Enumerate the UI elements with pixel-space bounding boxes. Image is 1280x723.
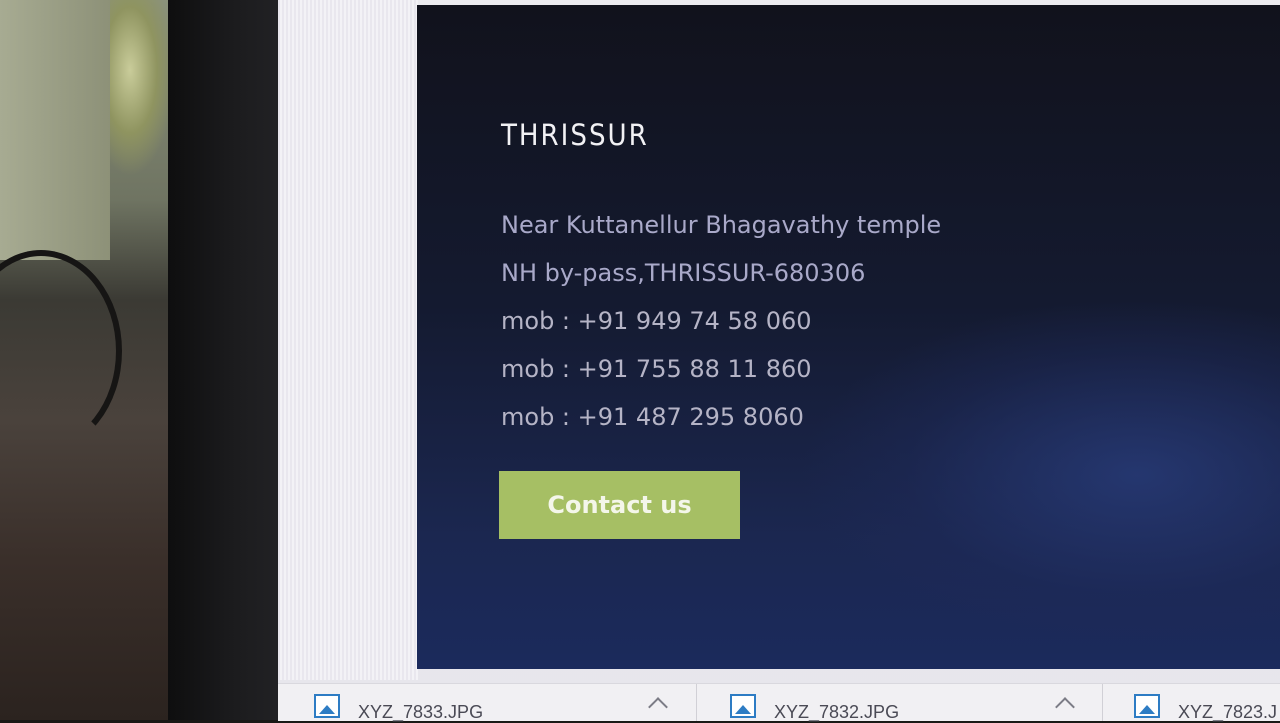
download-divider — [696, 684, 697, 721]
phone-line-2: mob : +91 755 88 11 860 — [501, 355, 812, 383]
image-file-icon — [1134, 694, 1160, 718]
download-item-2[interactable]: XYZ_7832.JPG — [730, 684, 899, 722]
image-file-icon — [730, 694, 756, 718]
image-file-icon — [314, 694, 340, 718]
branch-info: THRISSUR Near Kuttanellur Bhagavathy tem… — [499, 115, 941, 539]
laptop-bezel — [168, 0, 292, 720]
download-bar: XYZ_7833.JPG XYZ_7832.JPG XYZ_7823.J — [278, 683, 1280, 722]
address-line-1: Near Kuttanellur Bhagavathy temple — [501, 211, 942, 239]
background-cable — [0, 250, 122, 452]
download-item-1[interactable]: XYZ_7833.JPG — [314, 684, 483, 722]
info-lines: Near Kuttanellur Bhagavathy temple NH by… — [501, 201, 941, 441]
page-left-margin — [278, 0, 418, 680]
phone-line-1: mob : +91 949 74 58 060 — [501, 307, 812, 335]
phone-line-3: mob : +91 487 295 8060 — [501, 403, 804, 431]
contact-panel: THRISSUR Near Kuttanellur Bhagavathy tem… — [417, 5, 1280, 669]
contact-us-button[interactable]: Contact us — [499, 471, 740, 539]
background-wall — [0, 0, 110, 260]
download-item-3[interactable]: XYZ_7823.J — [1134, 684, 1277, 722]
background-room — [0, 0, 180, 720]
chevron-up-icon[interactable] — [648, 697, 668, 717]
screen: THRISSUR Near Kuttanellur Bhagavathy tem… — [278, 0, 1280, 722]
address-line-2: NH by-pass,THRISSUR-680306 — [501, 259, 866, 287]
chevron-up-icon[interactable] — [1055, 697, 1075, 717]
branch-title: THRISSUR — [501, 118, 649, 152]
download-divider — [1102, 684, 1103, 721]
